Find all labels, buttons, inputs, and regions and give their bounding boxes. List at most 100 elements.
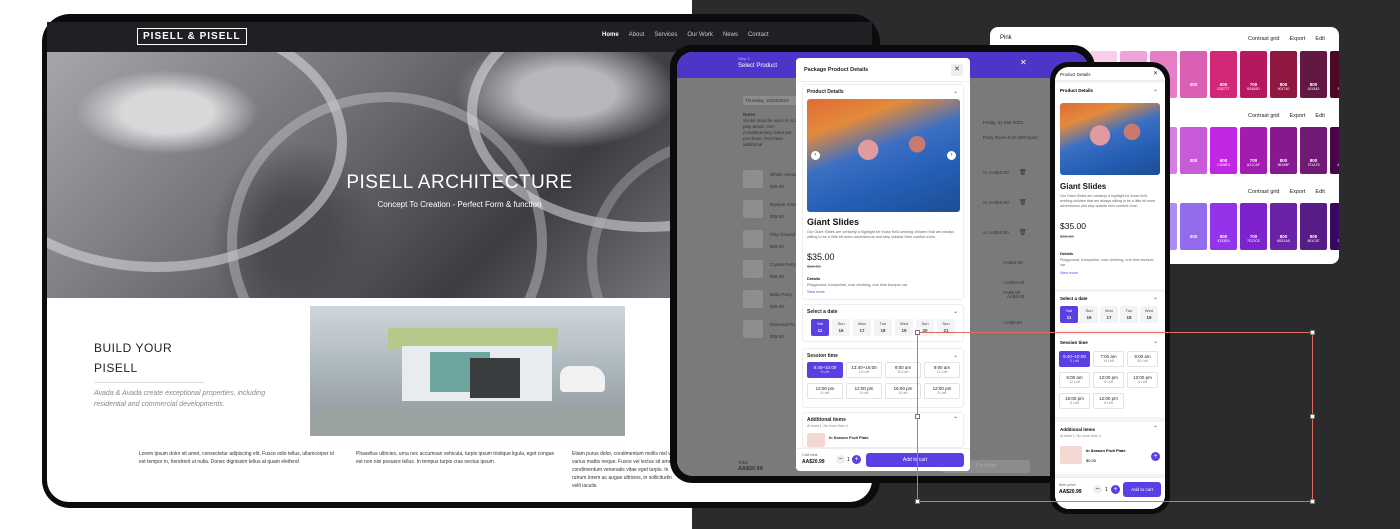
chevron-left-icon[interactable]: ‹ [811, 151, 820, 160]
house-garage [470, 358, 520, 398]
list-item-name: Diamond Pa [770, 322, 795, 327]
nav-our-work[interactable]: Our Work [687, 32, 713, 38]
color-swatch[interactable]: 900500724 [1330, 51, 1339, 98]
cart-total-value: AA$20.99 [802, 459, 825, 465]
chevron-down-icon[interactable]: ⌄ [953, 308, 958, 315]
house-photo [310, 306, 625, 436]
close-icon[interactable]: ✕ [1153, 70, 1158, 77]
resize-handle[interactable] [915, 414, 920, 419]
list-amount-extra: -AA$10.00 [1003, 280, 1025, 285]
contrast-grid-link[interactable]: Contrast grid [1248, 189, 1280, 195]
modal-title: Package Product Details [804, 67, 869, 73]
session-option[interactable]: 12:00 pm 9 Left [846, 383, 882, 399]
color-swatch[interactable]: 600 C026E3 [1210, 127, 1237, 174]
edit-link[interactable]: Edit [1315, 36, 1324, 42]
session-option[interactable]: 9:00 am 50 Left [885, 362, 921, 378]
phone-header-title: Product Details [1060, 72, 1091, 77]
list-item-price: $35.00 [770, 334, 784, 339]
product-photo [1060, 103, 1160, 175]
color-swatch[interactable]: 800 901740 [1270, 51, 1297, 98]
chevron-right-icon[interactable]: › [947, 151, 956, 160]
contrast-grid-link[interactable]: Contrast grid [1248, 36, 1280, 42]
date-number: 11 [1066, 315, 1072, 320]
view-more-link[interactable]: View more [807, 290, 825, 294]
export-link[interactable]: Export [1290, 189, 1306, 195]
resize-handle[interactable] [1310, 330, 1315, 335]
minus-button[interactable]: − [836, 455, 845, 464]
close-icon[interactable]: ✕ [951, 64, 963, 76]
date-day: Mon [858, 321, 866, 326]
total-value: AA$20.99 [738, 466, 763, 472]
chevron-down-icon[interactable]: ⌄ [953, 88, 958, 95]
color-swatch[interactable]: 800 86198F [1270, 127, 1297, 174]
contrast-grid-link[interactable]: Contrast grid [1248, 113, 1280, 119]
color-swatch[interactable]: 700 A21CAF [1240, 127, 1267, 174]
edit-link[interactable]: Edit [1315, 113, 1324, 119]
plus-button[interactable]: + [852, 455, 861, 464]
trash-icon[interactable]: 🗑 [1019, 229, 1027, 236]
resize-handle[interactable] [915, 499, 920, 504]
color-swatch[interactable]: 800 581C87 [1300, 203, 1327, 250]
phone-details-card: Product Details ⌄ Giant Slides Our Giant… [1055, 83, 1165, 289]
date-day: Sun [1085, 308, 1093, 313]
date-option[interactable]: Sun 16 [832, 319, 850, 336]
color-swatch[interactable]: 300 [1180, 127, 1207, 174]
color-swatch[interactable]: 700 7E22CE [1240, 203, 1267, 250]
export-link[interactable]: Export [1290, 36, 1306, 42]
color-swatch[interactable]: 9003B0764 [1330, 203, 1339, 250]
color-swatch[interactable]: 600 D32777 [1210, 51, 1237, 98]
selection-box[interactable] [917, 332, 1313, 502]
color-swatch[interactable]: 300 [1180, 51, 1207, 98]
session-left: 6 Left [820, 391, 830, 395]
session-option[interactable]: 9:40~10:00 5 Left [807, 362, 843, 378]
date-option[interactable]: Tue 18 [1120, 306, 1138, 323]
session-left: 14 Left [858, 370, 870, 374]
date-option[interactable]: Sat 11 [811, 319, 829, 336]
date-option[interactable]: Mon 17 [1100, 306, 1118, 323]
car [560, 366, 605, 392]
session-option[interactable]: 12:00 pm 6 Left [807, 383, 843, 399]
site-logo[interactable]: PISELL & PISELL [137, 28, 247, 45]
resize-handle[interactable] [915, 330, 920, 335]
chevron-down-icon[interactable]: ⌄ [1153, 86, 1158, 93]
color-swatch[interactable]: 600 9333EA [1210, 203, 1237, 250]
list-item-price: $35.00 [770, 184, 784, 189]
date-option[interactable]: Wed 19 [895, 319, 913, 336]
chevron-down-icon[interactable]: ⌄ [1153, 294, 1158, 301]
swatch-hex: 500724 [1330, 87, 1339, 91]
date-option[interactable]: Tue 18 [874, 319, 892, 336]
trash-icon[interactable]: 🗑 [1019, 169, 1027, 176]
date-option[interactable]: Sat 11 [1060, 306, 1078, 323]
color-swatch[interactable]: 800 621843 [1300, 51, 1327, 98]
date-day: Mon [1105, 308, 1113, 313]
nav-news[interactable]: News [723, 32, 738, 38]
swatch-hex: 6B21A8 [1277, 239, 1290, 243]
nav-services[interactable]: Services [654, 32, 677, 38]
swatch-hex: 4A044E [1330, 163, 1339, 167]
color-swatch[interactable]: 800 701A75 [1300, 127, 1327, 174]
color-swatch[interactable]: 300 [1180, 203, 1207, 250]
color-swatch[interactable]: 9004A044E [1330, 127, 1339, 174]
color-swatch[interactable]: 800 6B21A8 [1270, 203, 1297, 250]
build-heading-line1: BUILD YOUR [94, 341, 173, 355]
additional-item-name: In Season Fruit Plate [829, 435, 869, 440]
lorem-column-2: Phasellus ultricies, urna nec accumsan v… [356, 451, 555, 465]
edit-link[interactable]: Edit [1315, 189, 1324, 195]
trash-icon[interactable]: 🗑 [1019, 199, 1027, 206]
resize-handle[interactable] [1310, 414, 1315, 419]
color-swatch[interactable]: 700 B5185D [1240, 51, 1267, 98]
nav-contact[interactable]: Contact [748, 32, 769, 38]
date-number: 18 [880, 328, 886, 333]
nav-about[interactable]: About [629, 32, 645, 38]
session-option[interactable]: 16:00 pm 8 Left [885, 383, 921, 399]
session-option[interactable]: 13:40~16:00 14 Left [846, 362, 882, 378]
date-option[interactable]: Sun 16 [1080, 306, 1098, 323]
date-option[interactable]: Mon 17 [853, 319, 871, 336]
export-link[interactable]: Export [1290, 113, 1306, 119]
nav-home[interactable]: Home [602, 32, 619, 38]
resize-handle[interactable] [1310, 499, 1315, 504]
date-number: 16 [838, 328, 844, 333]
date-option[interactable]: Wed 19 [1140, 306, 1158, 323]
close-icon[interactable]: ✕ [1020, 58, 1027, 67]
view-more-link[interactable]: View more [1060, 271, 1078, 275]
